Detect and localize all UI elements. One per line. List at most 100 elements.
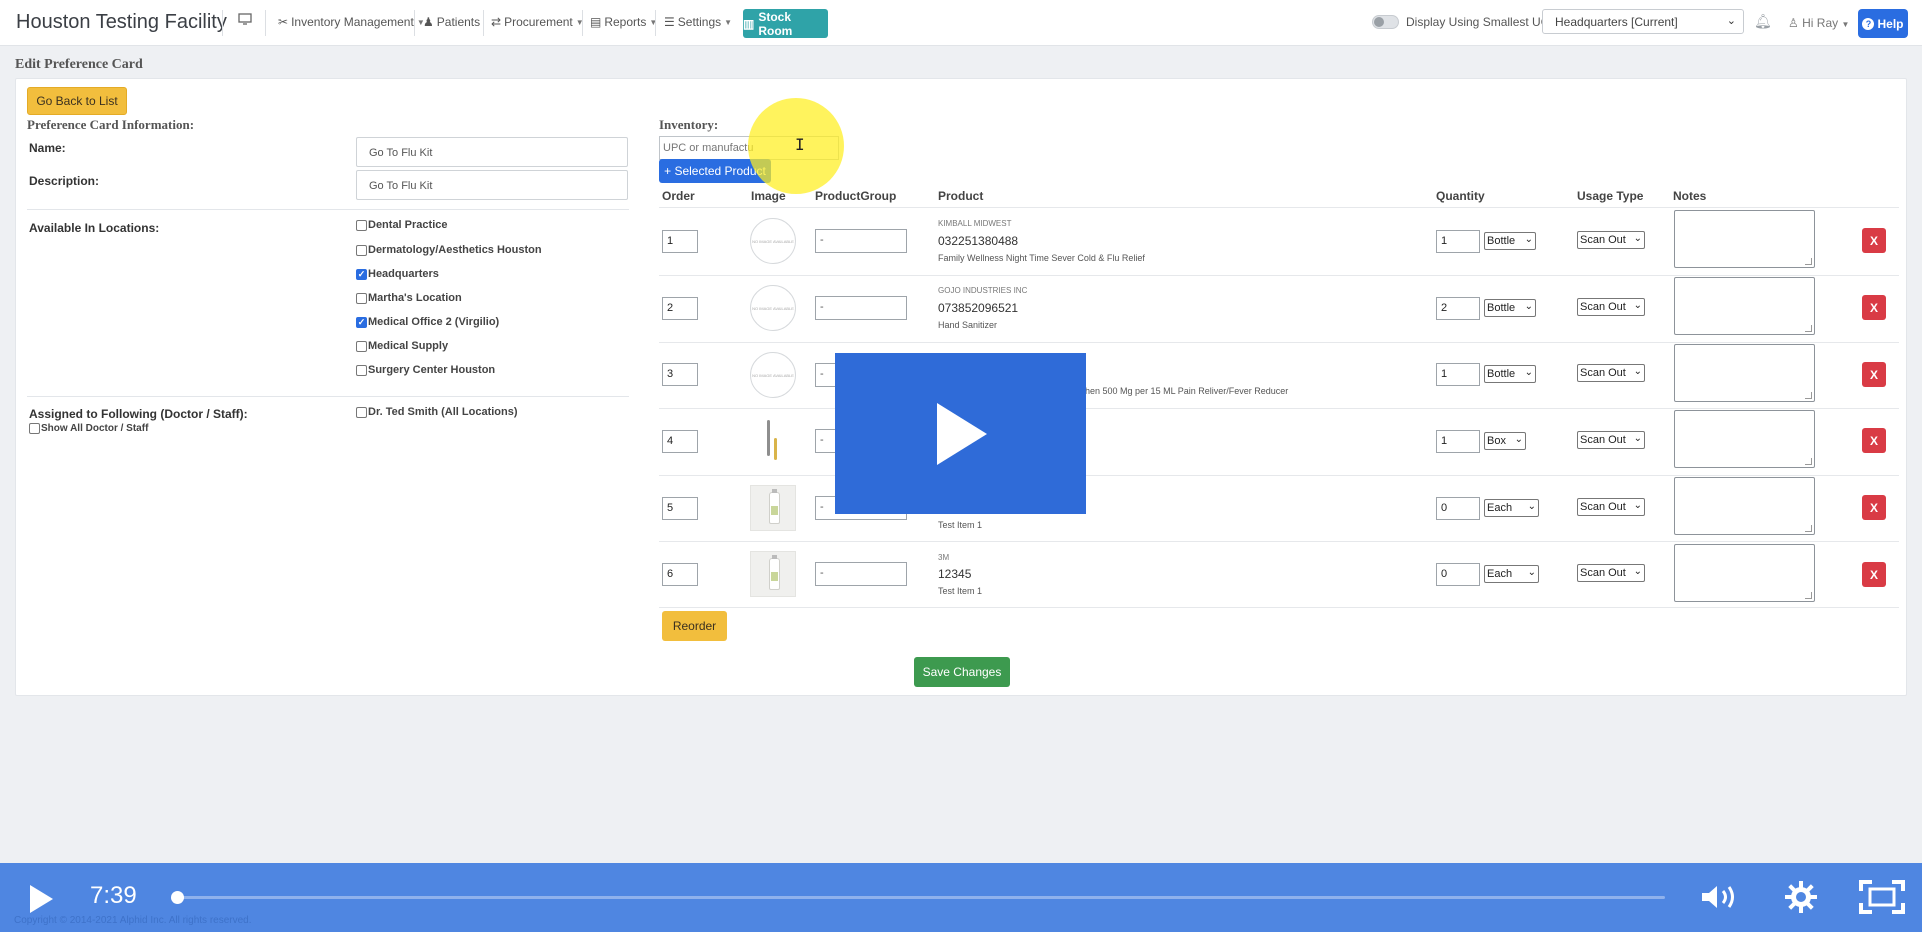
col-quantity: Quantity <box>1436 189 1485 203</box>
product-group-input[interactable]: - <box>815 562 907 586</box>
location-checkbox-marthas-location[interactable]: Martha's Location <box>356 292 462 304</box>
nav-label: Settings <box>677 15 722 29</box>
usage-type-select[interactable]: Scan Out ⌄ <box>1577 431 1645 449</box>
checkbox[interactable] <box>356 364 367 376</box>
bell-icon[interactable]: 🔔︎ <box>1754 13 1772 30</box>
notes-textarea[interactable] <box>1674 277 1815 335</box>
location-checkbox-medical-supply[interactable]: Medical Supply <box>356 340 448 352</box>
nav-patients[interactable]: ♟ Patients <box>423 15 480 29</box>
quantity-input[interactable]: 1 <box>1436 230 1480 253</box>
user-menu[interactable]: ♙ Hi Ray ▼ <box>1788 16 1849 30</box>
nav-reports[interactable]: ▤ Reports ▼ <box>590 15 657 29</box>
order-input[interactable]: 4 <box>662 430 698 453</box>
uom-select[interactable]: Bottle ⌄ <box>1484 299 1536 317</box>
description-label: Description: <box>29 174 100 188</box>
order-input[interactable]: 1 <box>662 230 698 253</box>
locations-label: Available In Locations: <box>29 221 160 235</box>
product-code: 032251380488 <box>938 234 1019 248</box>
help-button[interactable]: ? Help <box>1858 9 1908 38</box>
notes-textarea[interactable] <box>1674 210 1815 268</box>
show-all-staff-checkbox[interactable]: Show All Doctor / Staff <box>29 423 148 434</box>
quantity-input[interactable]: 0 <box>1436 497 1480 520</box>
uom-select[interactable]: Each ⌄ <box>1484 565 1539 583</box>
notes-textarea[interactable] <box>1674 344 1815 402</box>
volume-icon[interactable] <box>1700 883 1740 916</box>
checkbox[interactable] <box>356 244 367 256</box>
checkbox[interactable] <box>29 423 40 434</box>
location-checkbox-dental-practice[interactable]: Dental Practice <box>356 219 447 231</box>
checkbox[interactable] <box>356 340 367 352</box>
location-checkbox-dermatology[interactable]: Dermatology/Aesthetics Houston <box>356 244 542 256</box>
nav-label: Procurement <box>504 15 573 29</box>
doctor-checkbox-ted-smith[interactable]: Dr. Ted Smith (All Locations) <box>356 406 518 418</box>
checkbox-label: Show All Doctor / Staff <box>41 423 149 434</box>
delete-row-button[interactable]: X <box>1862 495 1886 520</box>
row-divider <box>659 275 1899 276</box>
notes-textarea[interactable] <box>1674 544 1815 602</box>
facility-name[interactable]: Houston Testing Facility <box>16 11 227 34</box>
product-code: 12345 <box>938 567 972 581</box>
product-group-input[interactable]: - <box>815 229 907 253</box>
quantity-input[interactable]: 1 <box>1436 430 1480 453</box>
uom-select[interactable]: Bottle ⌄ <box>1484 365 1536 383</box>
quantity-input[interactable]: 0 <box>1436 563 1480 586</box>
location-checkbox-medical-office-2[interactable]: ✓ Medical Office 2 (Virgilio) <box>356 316 499 328</box>
quantity-input[interactable]: 2 <box>1436 297 1480 320</box>
location-checkbox-headquarters[interactable]: ✓ Headquarters <box>356 268 439 280</box>
play-icon[interactable] <box>28 884 54 919</box>
description-input[interactable]: Go To Flu Kit <box>356 170 628 200</box>
settings-gear-icon[interactable] <box>1784 880 1818 919</box>
uom-value: Bottle <box>1487 235 1516 247</box>
reorder-button[interactable]: Reorder <box>662 611 727 641</box>
monitor-icon[interactable] <box>238 13 252 25</box>
usage-type-select[interactable]: Scan Out ⌄ <box>1577 364 1645 382</box>
location-select[interactable]: Headquarters [Current] ⌄ <box>1542 9 1744 34</box>
order-input[interactable]: 2 <box>662 297 698 320</box>
notes-textarea[interactable] <box>1674 410 1815 468</box>
nav-settings[interactable]: ☰ Settings ▼ <box>664 15 732 29</box>
fullscreen-icon[interactable] <box>1858 879 1906 920</box>
uom-select[interactable]: Box ⌄ <box>1484 432 1526 450</box>
usage-type-select[interactable]: Scan Out ⌄ <box>1577 231 1645 249</box>
order-input[interactable]: 5 <box>662 497 698 520</box>
quantity-input[interactable]: 1 <box>1436 363 1480 386</box>
delete-row-button[interactable]: X <box>1862 295 1886 320</box>
nav-inventory-management[interactable]: ✂ Inventory Management ▼ <box>278 15 425 29</box>
checkbox-checked[interactable]: ✓ <box>356 316 367 328</box>
notes-textarea[interactable] <box>1674 477 1815 535</box>
video-scrubber-handle[interactable] <box>171 891 184 904</box>
checkbox-checked[interactable]: ✓ <box>356 268 367 280</box>
usage-type-select[interactable]: Scan Out ⌄ <box>1577 564 1645 582</box>
save-changes-button[interactable]: Save Changes <box>914 657 1010 687</box>
help-label: Help <box>1877 16 1904 31</box>
smallest-uom-label: Display Using Smallest UOM <box>1406 15 1561 29</box>
uom-select[interactable]: Bottle ⌄ <box>1484 232 1536 250</box>
go-back-button[interactable]: Go Back to List <box>27 87 127 115</box>
product-group-input[interactable]: - <box>815 296 907 320</box>
uom-select[interactable]: Each ⌄ <box>1484 499 1539 517</box>
delete-row-button[interactable]: X <box>1862 228 1886 253</box>
name-input[interactable]: Go To Flu Kit <box>356 137 628 167</box>
big-play-button[interactable] <box>835 353 1086 514</box>
order-input[interactable]: 6 <box>662 563 698 586</box>
location-checkbox-surgery-center[interactable]: Surgery Center Houston <box>356 364 495 376</box>
delete-row-button[interactable]: X <box>1862 362 1886 387</box>
stock-room-button[interactable]: ▥ Stock Room <box>743 9 828 38</box>
nav-label: Reports <box>604 15 647 29</box>
smallest-uom-toggle[interactable] <box>1372 15 1399 29</box>
nav-procurement[interactable]: ⇄ Procurement ▼ <box>491 15 584 29</box>
delete-row-button[interactable]: X <box>1862 428 1886 453</box>
location-select-value: Headquarters [Current] <box>1555 15 1678 29</box>
order-input[interactable]: 3 <box>662 363 698 386</box>
checkbox[interactable] <box>356 219 367 231</box>
delete-row-button[interactable]: X <box>1862 562 1886 587</box>
nav-label: Patients <box>436 15 481 29</box>
divider <box>27 209 629 210</box>
checkbox[interactable] <box>356 406 367 418</box>
video-timestamp: 7:39 <box>90 882 137 909</box>
usage-type-select[interactable]: Scan Out ⌄ <box>1577 498 1645 516</box>
video-progress-track[interactable] <box>177 896 1665 899</box>
checkbox[interactable] <box>356 292 367 304</box>
checkbox-label: Dr. Ted Smith (All Locations) <box>368 406 518 418</box>
usage-type-select[interactable]: Scan Out ⌄ <box>1577 298 1645 316</box>
